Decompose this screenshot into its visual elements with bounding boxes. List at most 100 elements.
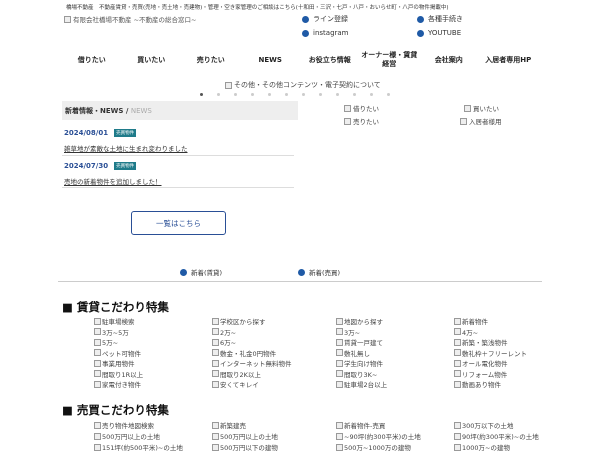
slider-dot[interactable] bbox=[319, 93, 322, 96]
slider-dot[interactable] bbox=[336, 93, 339, 96]
slider-dot[interactable] bbox=[217, 93, 220, 96]
broken-image-icon bbox=[344, 117, 351, 125]
right-link-rent[interactable]: 借りたい bbox=[344, 103, 379, 113]
sale-feature-item-label: 151坪(約500平米)~の土地 bbox=[102, 444, 183, 452]
sale-feature-item[interactable]: 売り物件地図検索 bbox=[94, 420, 154, 430]
slider-dot[interactable] bbox=[285, 93, 288, 96]
right-link-sell[interactable]: 売りたい bbox=[344, 116, 379, 126]
broken-image-icon bbox=[212, 443, 219, 451]
rental-feature-item[interactable]: 敷礼枠＋フリーレント bbox=[454, 348, 527, 358]
rental-feature-item[interactable]: 4万~ bbox=[454, 327, 478, 337]
sale-feature-item[interactable]: 300万以下の土地 bbox=[454, 420, 513, 430]
news-item[interactable]: 2024/08/01 売買物件 雑草地が素敵な土地に生まれ変わりました bbox=[64, 129, 294, 153]
news-title[interactable]: 雑草地が素敵な土地に生まれ変わりました bbox=[64, 143, 294, 153]
rental-feature-item[interactable]: 6万~ bbox=[212, 337, 236, 347]
rental-feature-item[interactable]: 敷金・礼金0円物件 bbox=[212, 348, 276, 358]
broken-image-icon bbox=[454, 432, 461, 440]
site-logo[interactable]: 有限会社橋場不動産 ~不動産の総合窓口~ bbox=[64, 14, 196, 24]
rental-feature-item[interactable]: ペット可物件 bbox=[94, 348, 141, 358]
rental-feature-item[interactable]: 間取り1R以上 bbox=[94, 369, 143, 379]
instagram-link[interactable]: instagram bbox=[302, 29, 349, 37]
rental-feature-item-label: 3万~5万 bbox=[102, 328, 129, 337]
line-link[interactable]: ライン登録 bbox=[302, 14, 348, 24]
slider-dot[interactable] bbox=[353, 93, 356, 96]
sale-feature-item-label: 500万円以上の土地 bbox=[220, 433, 278, 441]
slider-dot[interactable] bbox=[234, 93, 237, 96]
rental-feature-item[interactable]: リフォーム物件 bbox=[454, 369, 507, 379]
rental-feature-item[interactable]: 間取り3K~ bbox=[336, 369, 377, 379]
rental-feature-item[interactable]: 2万~ bbox=[212, 327, 236, 337]
sale-feature-item[interactable]: 90坪(約300平米)~の土地 bbox=[454, 431, 539, 441]
sale-feature-item[interactable]: 500万円以下の建物 bbox=[212, 442, 278, 452]
right-link-tenant[interactable]: 入居者様用 bbox=[460, 116, 502, 126]
news-date: 2024/08/01 bbox=[64, 129, 109, 137]
sale-feature-item-label: 売り物件地図検索 bbox=[102, 422, 154, 430]
nav-owner[interactable]: オーナー様・賃貸 経営 bbox=[360, 46, 420, 74]
sale-feature-item[interactable]: 500万~1000万の建物 bbox=[336, 442, 411, 452]
youtube-link[interactable]: YOUTUBE bbox=[417, 29, 461, 37]
nav-useful-info[interactable]: お役立ち情報 bbox=[300, 46, 360, 74]
broken-image-icon bbox=[212, 317, 219, 325]
nav-tenant-hp[interactable]: 入居者専用HP bbox=[479, 46, 539, 74]
news-badge: 売買物件 bbox=[114, 162, 137, 170]
nav-buy[interactable]: 買いたい bbox=[122, 46, 182, 74]
sale-feature-item[interactable]: ~90坪(約300平米)の土地 bbox=[336, 431, 421, 441]
tab-new-sale[interactable]: 新着(売買) bbox=[298, 267, 340, 277]
rental-feature-item-label: リフォーム物件 bbox=[462, 370, 508, 379]
rental-feature-item[interactable]: 賃貸一戸建て bbox=[336, 337, 383, 347]
news-date: 2024/07/30 bbox=[64, 162, 109, 170]
slider-dot[interactable] bbox=[302, 93, 305, 96]
broken-image-icon bbox=[64, 15, 71, 23]
rental-feature-item-label: インターネット無料物件 bbox=[220, 360, 292, 368]
news-item[interactable]: 2024/07/30 売買物件 売地の新着物件を追加しました！ bbox=[64, 162, 294, 186]
rental-feature-item[interactable]: 3万~5万 bbox=[94, 327, 129, 337]
broken-image-icon bbox=[464, 104, 471, 112]
nav-news[interactable]: NEWS bbox=[241, 46, 301, 74]
slider-dot[interactable] bbox=[200, 93, 203, 96]
rental-feature-item[interactable]: インターネット無料物件 bbox=[212, 358, 292, 368]
rental-feature-item[interactable]: 間取り2K以上 bbox=[212, 369, 261, 379]
rental-feature-item[interactable]: 新築・築浅物件 bbox=[454, 337, 508, 347]
rental-feature-item[interactable]: オール電化物件 bbox=[454, 358, 508, 368]
nav-rent[interactable]: 借りたい bbox=[62, 46, 122, 74]
rental-feature-item[interactable]: 敷礼無し bbox=[336, 348, 370, 358]
procedure-link[interactable]: 各種手続き bbox=[417, 14, 463, 24]
slider-dot[interactable] bbox=[370, 93, 373, 96]
news-list-button[interactable]: 一覧はこちら bbox=[131, 211, 226, 235]
sale-feature-item[interactable]: 1000万~の建物 bbox=[454, 442, 510, 452]
news-heading: 新着情報・NEWS / NEWS bbox=[62, 101, 298, 120]
news-title[interactable]: 売地の新着物件を追加しました！ bbox=[64, 176, 294, 186]
rental-feature-item[interactable]: 駐車場2台以上 bbox=[336, 379, 387, 389]
rental-feature-item[interactable]: 地図から探す bbox=[336, 316, 383, 326]
rental-feature-item[interactable]: 学校区から探す bbox=[212, 316, 266, 326]
sale-feature-item[interactable]: 151坪(約500平米)~の土地 bbox=[94, 442, 183, 452]
rental-feature-item-label: 3万~ bbox=[344, 328, 361, 337]
rental-feature-item[interactable]: 3万~ bbox=[336, 327, 360, 337]
broken-image-icon bbox=[344, 104, 351, 112]
tab-new-rental[interactable]: 新着(賃貸) bbox=[180, 267, 222, 277]
sale-feature-item[interactable]: 500万円以上の土地 bbox=[94, 431, 160, 441]
rental-feature-item[interactable]: 家電付き物件 bbox=[94, 379, 141, 389]
rental-feature-item[interactable]: 事業用物件 bbox=[94, 358, 135, 368]
sale-feature-item[interactable]: 新築建売 bbox=[212, 420, 246, 430]
rental-feature-item[interactable]: 安くてキレイ bbox=[212, 379, 259, 389]
slider-dot[interactable] bbox=[387, 93, 390, 96]
sale-feature-item[interactable]: 新着物件-売買 bbox=[336, 420, 385, 430]
slider-dot[interactable] bbox=[251, 93, 254, 96]
broken-image-icon bbox=[336, 317, 343, 325]
divider bbox=[62, 155, 294, 156]
rental-feature-item[interactable]: 新着物件 bbox=[454, 316, 488, 326]
rental-feature-item[interactable]: 5万~ bbox=[94, 337, 118, 347]
rental-feature-item[interactable]: 動画あり物件 bbox=[454, 379, 501, 389]
right-link-buy[interactable]: 買いたい bbox=[464, 103, 499, 113]
slider-dot[interactable] bbox=[268, 93, 271, 96]
slider-caption[interactable]: その他・その他コンテンツ・電子契約について bbox=[225, 80, 381, 90]
rental-feature-item[interactable]: 駐車場検索 bbox=[94, 316, 135, 326]
nav-company[interactable]: 会社案内 bbox=[419, 46, 479, 74]
rental-feature-item[interactable]: 学生向け物件 bbox=[336, 358, 383, 368]
sale-feature-item[interactable]: 500万円以上の土地 bbox=[212, 431, 278, 441]
nav-sell[interactable]: 売りたい bbox=[181, 46, 241, 74]
broken-image-icon bbox=[336, 359, 343, 367]
broken-image-icon bbox=[454, 359, 461, 367]
rental-feature-item-label: 敷金・礼金0円物件 bbox=[220, 349, 277, 358]
